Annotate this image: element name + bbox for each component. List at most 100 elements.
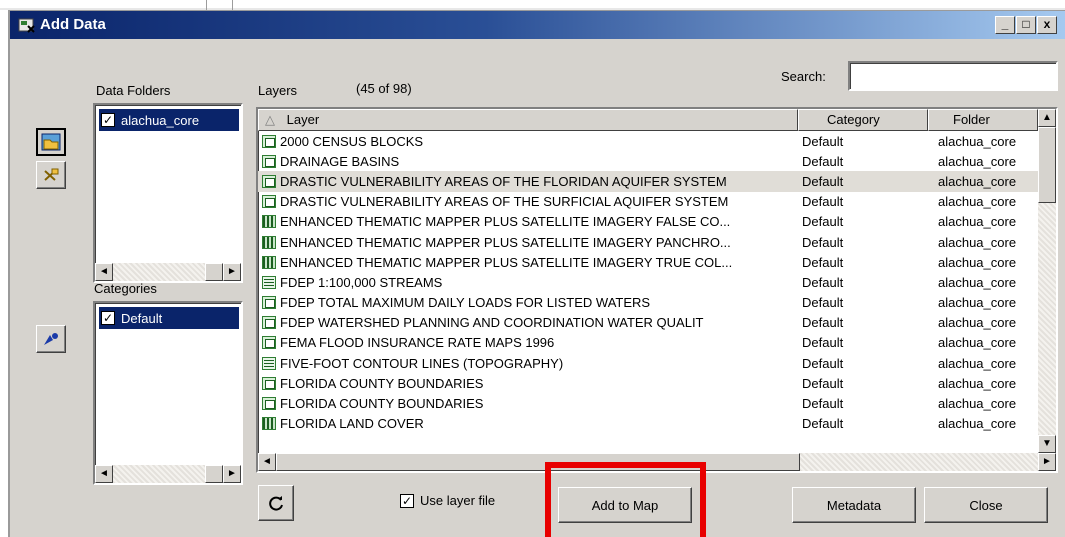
table-row[interactable]: DRASTIC VULNERABILITY AREAS OF THE SURFI… [258, 192, 1038, 212]
minimize-button[interactable]: _ [995, 16, 1015, 34]
metadata-button[interactable]: Metadata [792, 487, 916, 523]
background-divider [206, 0, 207, 10]
scroll-up-button[interactable]: ▲ [1038, 109, 1056, 127]
category-item[interactable]: ✓ Default [99, 307, 239, 329]
add-data-dialog: Add Data _ □ x Data Folders Layers (45 o… [8, 10, 1065, 537]
table-row[interactable]: FLORIDA COUNTY BOUNDARIES Default alachua_… [258, 393, 1038, 413]
folder-cell: alachua_core [938, 396, 1017, 412]
category-cell: Default [802, 416, 844, 432]
show-folders-button[interactable] [36, 128, 66, 156]
refresh-icon [269, 496, 283, 511]
layers-horizontal-scrollbar[interactable]: ◄ ► [258, 453, 1056, 471]
scroll-thumb[interactable] [276, 453, 800, 471]
connect-folder-button[interactable] [36, 161, 66, 189]
folder-icon [41, 133, 61, 151]
search-input[interactable] [848, 61, 1058, 91]
folder-item[interactable]: ✓ alachua_core [99, 109, 239, 131]
layer-cell: FLORIDA COUNTY BOUNDARIES [258, 376, 798, 391]
scroll-left-button[interactable]: ◄ [95, 465, 113, 483]
table-row[interactable]: FDEP TOTAL MAXIMUM DAILY LOADS FOR LISTE… [258, 293, 1038, 313]
table-row[interactable]: FLORIDA LAND COVER Default alachua_core [258, 414, 1038, 434]
table-row[interactable]: FDEP WATERSHED PLANNING AND COORDINATION… [258, 313, 1038, 333]
layer-cell: FEMA FLOOD INSURANCE RATE MAPS 1996 [258, 335, 798, 350]
vector-layer-icon [262, 397, 276, 411]
folder-cell: alachua_core [938, 214, 1017, 230]
layer-name: DRASTIC VULNERABILITY AREAS OF THE FLORI… [280, 173, 727, 189]
column-header-folder[interactable]: Folder [928, 109, 1038, 131]
folder-cell: alachua_core [938, 335, 1017, 351]
table-row[interactable]: 2000 CENSUS BLOCKS Default alachua_core [258, 131, 1038, 151]
folder-checkbox[interactable]: ✓ [101, 113, 115, 127]
table-row[interactable]: DRAINAGE BASINS Default alachua_core [258, 151, 1038, 171]
table-row[interactable]: DRASTIC VULNERABILITY AREAS OF THE FLORI… [258, 171, 1038, 192]
close-button[interactable]: Close [924, 487, 1048, 523]
scroll-track [1038, 203, 1056, 435]
scroll-thumb[interactable] [1038, 127, 1056, 203]
add-data-icon [18, 18, 35, 33]
layer-name: FLORIDA COUNTY BOUNDARIES [280, 396, 484, 412]
use-layer-file-option[interactable]: ✓ Use layer file [400, 493, 495, 508]
layer-cell: DRASTIC VULNERABILITY AREAS OF THE SURFI… [258, 194, 798, 209]
refresh-button[interactable] [258, 485, 294, 521]
layer-name: 2000 CENSUS BLOCKS [280, 133, 424, 149]
table-row[interactable]: ENHANCED THEMATIC MAPPER PLUS SATELLITE … [258, 232, 1038, 252]
scroll-down-button[interactable]: ▼ [1038, 435, 1056, 453]
column-header-layer[interactable]: △ Layer [258, 109, 798, 131]
table-row[interactable]: FIVE-FOOT CONTOUR LINES (TOPOGRAPHY) Defa… [258, 353, 1038, 373]
layer-name: ENHANCED THEMATIC MAPPER PLUS SATELLITE … [280, 234, 731, 250]
layer-count-label: (45 of 98) [356, 81, 412, 96]
folder-cell: alachua_core [938, 234, 1017, 250]
scroll-left-button[interactable]: ◄ [95, 263, 113, 281]
table-row[interactable]: FEMA FLOOD INSURANCE RATE MAPS 1996 Defau… [258, 333, 1038, 353]
scroll-right-button[interactable]: ► [1038, 453, 1056, 471]
layer-name: FIVE-FOOT CONTOUR LINES (TOPOGRAPHY) [280, 355, 564, 371]
folder-cell: alachua_core [938, 295, 1017, 311]
folder-item-label: alachua_core [121, 112, 200, 128]
scroll-left-button[interactable]: ◄ [258, 453, 276, 471]
category-cell: Default [802, 234, 844, 250]
folder-cell: alachua_core [938, 254, 1017, 270]
categories-horizontal-scrollbar[interactable]: ◄ ► [95, 465, 241, 483]
column-header-label: Layer [286, 112, 320, 127]
use-layer-file-checkbox[interactable]: ✓ [400, 493, 414, 508]
scroll-thumb[interactable] [205, 465, 223, 483]
category-cell: Default [802, 133, 844, 149]
sort-icon: △ [265, 112, 275, 127]
table-row[interactable]: ENHANCED THEMATIC MAPPER PLUS SATELLITE … [258, 252, 1038, 272]
table-row[interactable]: FDEP 1:100,000 STREAMS Default alachua_cor… [258, 272, 1038, 292]
category-cell: Default [802, 375, 844, 391]
layer-name: FDEP WATERSHED PLANNING AND COORDINATION… [280, 315, 704, 331]
category-cell: Default [802, 254, 844, 270]
folder-cell: alachua_core [938, 274, 1017, 290]
title-bar[interactable]: Add Data _ □ x [10, 11, 1065, 39]
folder-cell: alachua_core [938, 153, 1017, 169]
layer-cell: FLORIDA COUNTY BOUNDARIES [258, 396, 798, 411]
category-checkbox[interactable]: ✓ [101, 311, 115, 325]
scroll-right-button[interactable]: ► [223, 465, 241, 483]
line-layer-icon [262, 356, 276, 370]
folder-cell: alachua_core [938, 173, 1017, 189]
layer-cell: DRASTIC VULNERABILITY AREAS OF THE FLORI… [258, 174, 798, 189]
layer-name: DRASTIC VULNERABILITY AREAS OF THE SURFI… [280, 194, 729, 210]
add-to-map-button[interactable]: Add to Map [558, 487, 692, 523]
layers-table-body: 2000 CENSUS BLOCKS Default alachua_core DRA… [258, 131, 1038, 453]
maximize-button[interactable]: □ [1016, 16, 1036, 34]
column-header-category[interactable]: Category [798, 109, 928, 131]
layer-cell: FDEP WATERSHED PLANNING AND COORDINATION… [258, 315, 798, 330]
category-cell: Default [802, 335, 844, 351]
close-window-button[interactable]: x [1037, 16, 1057, 34]
table-row[interactable]: FLORIDA COUNTY BOUNDARIES Default alachua_… [258, 373, 1038, 393]
layers-table: △ Layer Category Folder 2000 CENSUS BLOC… [256, 107, 1058, 473]
layer-name: FLORIDA LAND COVER [280, 416, 424, 432]
categories-view-button[interactable] [36, 325, 66, 353]
folders-horizontal-scrollbar[interactable]: ◄ ► [95, 263, 241, 281]
image-layer-icon [262, 417, 276, 431]
scroll-right-button[interactable]: ► [223, 263, 241, 281]
image-layer-icon [262, 215, 276, 229]
table-row[interactable]: ENHANCED THEMATIC MAPPER PLUS SATELLITE … [258, 212, 1038, 232]
scroll-thumb[interactable] [205, 263, 223, 281]
layers-vertical-scrollbar[interactable]: ▲ ▼ [1038, 109, 1056, 453]
use-layer-file-label: Use layer file [420, 493, 496, 508]
folder-cell: alachua_core [938, 133, 1017, 149]
scroll-track [113, 263, 205, 281]
